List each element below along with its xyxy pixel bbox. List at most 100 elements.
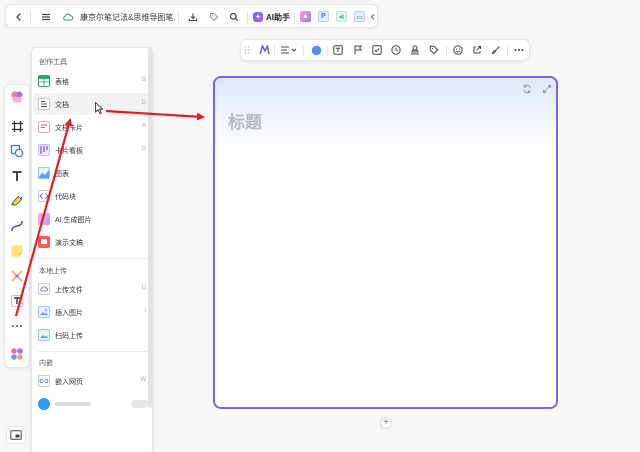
text-box-icon[interactable] bbox=[331, 43, 345, 57]
image-icon bbox=[38, 306, 50, 318]
menu-item-upload-file[interactable]: 上传文件 U bbox=[33, 278, 151, 300]
shortcut-key: W bbox=[140, 377, 146, 383]
embed-link-icon bbox=[38, 375, 50, 387]
mouse-cursor-icon bbox=[95, 102, 103, 114]
menu-item-label: 嵌入网页 bbox=[55, 379, 83, 386]
connector-icon[interactable] bbox=[8, 217, 26, 235]
element-toolbar bbox=[240, 39, 530, 61]
ai-icon[interactable] bbox=[257, 43, 271, 57]
menu-item-embed-webpage[interactable]: 嵌入网页 W bbox=[33, 370, 151, 392]
document-title[interactable]: 康京尔笔记法&思维导图笔... bbox=[80, 12, 175, 23]
drag-handle-icon[interactable] bbox=[243, 43, 251, 57]
shortcut-key: D bbox=[141, 100, 146, 106]
menu-item-label: 代码块 bbox=[55, 194, 76, 201]
color-circle-icon[interactable] bbox=[309, 43, 323, 57]
mindmap-icon[interactable] bbox=[8, 267, 26, 285]
menu-item-kanban[interactable]: 卡片看板 G bbox=[33, 139, 151, 161]
flag-icon[interactable] bbox=[351, 43, 365, 57]
search-icon[interactable] bbox=[225, 8, 243, 26]
link-icon[interactable] bbox=[470, 43, 484, 57]
section-embed-label: 内嵌 bbox=[39, 360, 53, 367]
doc-card-icon bbox=[38, 121, 50, 133]
pen-icon[interactable] bbox=[8, 192, 26, 210]
menu-item-label: 上传文件 bbox=[55, 287, 83, 294]
clock-icon[interactable] bbox=[389, 43, 403, 57]
minimap-icon bbox=[10, 430, 22, 440]
menu-item-code-block[interactable]: 代码块 bbox=[33, 185, 151, 207]
text-card-icon[interactable] bbox=[8, 292, 26, 310]
sync-icon[interactable] bbox=[521, 83, 533, 95]
chart-icon bbox=[38, 167, 50, 179]
frame-icon[interactable] bbox=[8, 117, 26, 135]
menu-item-presentation[interactable]: 演示文稿 bbox=[33, 231, 151, 253]
upload-cloud-icon bbox=[38, 283, 50, 295]
ai-assistant-icon: ✦ bbox=[253, 12, 263, 22]
minimap-button[interactable] bbox=[6, 426, 26, 444]
shortcut-key: I bbox=[144, 308, 146, 314]
menu-item-label: 文档 bbox=[55, 102, 69, 109]
menu-item-document[interactable]: 文档 D bbox=[33, 93, 151, 115]
collapse-icon[interactable] bbox=[368, 8, 378, 26]
menu-icon[interactable] bbox=[37, 8, 55, 26]
menu-item-label: 文档卡片 bbox=[55, 125, 83, 132]
shortcut-key: U bbox=[141, 285, 146, 291]
apps-icon[interactable] bbox=[8, 345, 26, 363]
tag-outline-icon[interactable] bbox=[427, 43, 441, 57]
import-icon[interactable] bbox=[184, 8, 202, 26]
menu-item-chart[interactable]: 图表 bbox=[33, 162, 151, 184]
left-toolbar bbox=[4, 84, 30, 368]
shape-icon[interactable] bbox=[8, 142, 26, 160]
ai-image-icon bbox=[38, 213, 50, 225]
menu-item-label: 扫码上传 bbox=[55, 333, 83, 340]
expand-icon[interactable] bbox=[541, 83, 553, 95]
image-app-icon[interactable]: ▲ bbox=[300, 11, 311, 22]
card-title[interactable]: 标题 bbox=[228, 108, 262, 133]
menu-item-insert-image[interactable]: 插入图片 I bbox=[33, 301, 151, 323]
menu-item-ai-image[interactable]: AI 生成图片 bbox=[33, 208, 151, 230]
shortcut-key: B bbox=[141, 77, 146, 83]
stamp-icon[interactable] bbox=[408, 43, 422, 57]
menu-item-table[interactable]: 表格 B bbox=[33, 70, 151, 92]
shortcut-key: G bbox=[141, 146, 146, 152]
text-icon[interactable] bbox=[8, 167, 26, 185]
share-app-icon[interactable]: ⋖ bbox=[336, 11, 347, 22]
align-icon[interactable] bbox=[279, 43, 299, 57]
back-icon[interactable] bbox=[10, 8, 28, 26]
scan-icon bbox=[38, 329, 50, 341]
document-icon bbox=[38, 98, 50, 110]
more-icon[interactable] bbox=[8, 317, 26, 335]
add-below-button[interactable]: + bbox=[380, 417, 392, 429]
p-app-icon[interactable]: P bbox=[318, 11, 329, 22]
insert-panel: 创作工具 表格 B 文档 D 文档卡片 A 卡片看板 G 图表 代码块 AI 生… bbox=[31, 47, 153, 452]
top-toolbar: 康京尔笔记法&思维导图笔... ✦ AI助手 ▲ P ⋖ ▭ bbox=[5, 4, 378, 28]
cloud-sync-icon bbox=[59, 8, 77, 26]
document-card[interactable]: 标题 bbox=[213, 76, 558, 409]
tag-icon[interactable] bbox=[205, 8, 223, 26]
brush-icon[interactable] bbox=[489, 43, 503, 57]
menu-item-scan-upload[interactable]: 扫码上传 bbox=[33, 324, 151, 346]
sticky-note-icon[interactable] bbox=[8, 242, 26, 260]
presentation-icon bbox=[38, 236, 50, 248]
more-icon[interactable] bbox=[512, 43, 526, 57]
checkbox-icon[interactable] bbox=[370, 43, 384, 57]
menu-item-label: AI 生成图片 bbox=[55, 217, 92, 224]
menu-item-label: 表格 bbox=[55, 79, 69, 86]
menu-item-label: 演示文稿 bbox=[55, 240, 83, 247]
menu-item-label: 卡片看板 bbox=[55, 148, 83, 155]
menu-item-doc-card[interactable]: 文档卡片 A bbox=[33, 116, 151, 138]
chat-app-icon[interactable]: ▭ bbox=[354, 11, 365, 22]
panel-scrollbar[interactable] bbox=[148, 48, 152, 408]
table-icon bbox=[38, 75, 50, 87]
ai-assistant-button[interactable]: ✦ AI助手 bbox=[253, 10, 290, 24]
ai-assistant-label: AI助手 bbox=[266, 12, 290, 22]
kanban-icon bbox=[38, 144, 50, 156]
code-icon bbox=[38, 190, 50, 202]
emoji-icon[interactable] bbox=[451, 43, 465, 57]
menu-item-label: 图表 bbox=[55, 171, 69, 178]
app-logo-icon bbox=[38, 398, 50, 410]
section-create-label: 创作工具 bbox=[39, 59, 67, 66]
menu-item-partial[interactable] bbox=[33, 393, 151, 415]
template-icon[interactable] bbox=[8, 88, 26, 106]
section-upload-label: 本地上传 bbox=[39, 268, 67, 275]
menu-item-label: 插入图片 bbox=[55, 310, 83, 317]
